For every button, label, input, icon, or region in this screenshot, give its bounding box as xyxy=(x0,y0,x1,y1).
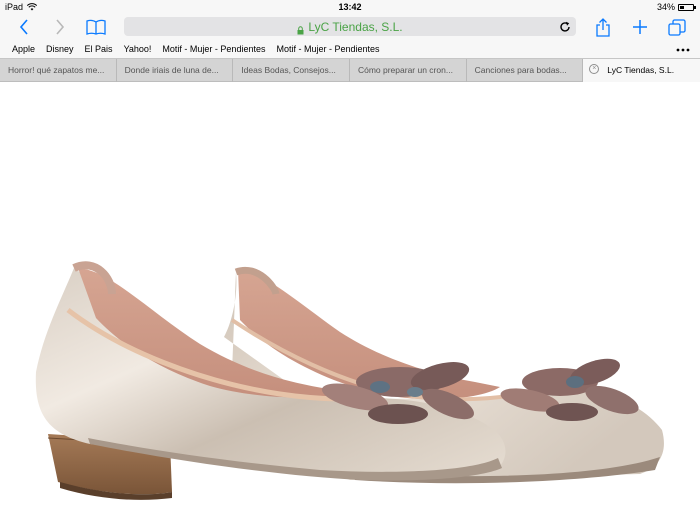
more-icon[interactable] xyxy=(676,45,690,52)
battery-percent: 34% xyxy=(656,2,675,12)
bookmark-el-pais[interactable]: El Pais xyxy=(85,44,113,54)
tab-canciones-bodas[interactable]: Canciones para bodas... xyxy=(467,59,584,82)
tabs-overview-button[interactable] xyxy=(666,17,688,37)
tab-bar: Horror! qué zapatos me... Donde iriais d… xyxy=(0,58,700,82)
page-content xyxy=(0,82,700,525)
chevron-left-icon xyxy=(19,19,28,35)
battery-fill xyxy=(680,5,684,9)
new-tab-button[interactable] xyxy=(629,17,651,37)
reload-icon[interactable] xyxy=(559,20,571,32)
battery-icon xyxy=(678,3,696,11)
status-time: 13:42 xyxy=(338,2,362,12)
plus-icon xyxy=(633,20,647,34)
status-right: 34% xyxy=(656,2,696,12)
bookmark-apple[interactable]: Apple xyxy=(12,44,35,54)
bookmarks-bar: Apple Disney El Pais Yahoo! Motif - Muje… xyxy=(0,40,700,58)
navigation-bar: LyC Tiendas, S.L. xyxy=(0,14,700,40)
address-text: LyC Tiendas, S.L. xyxy=(308,19,403,34)
forward-button[interactable] xyxy=(49,17,71,37)
product-image xyxy=(35,261,664,500)
chevron-right-icon xyxy=(56,19,65,35)
bookmark-motif-2[interactable]: Motif - Mujer - Pendientes xyxy=(276,44,379,54)
share-button[interactable] xyxy=(592,17,614,37)
active-tab-label: LyC Tiendas, S.L. xyxy=(607,65,675,75)
book-icon xyxy=(86,19,106,35)
address-bar[interactable]: LyC Tiendas, S.L. xyxy=(124,17,576,36)
bookmark-motif-1[interactable]: Motif - Mujer - Pendientes xyxy=(162,44,265,54)
status-bar: iPad 13:42 34% xyxy=(0,0,700,14)
bookmark-disney[interactable]: Disney xyxy=(46,44,74,54)
bookmarks-button[interactable] xyxy=(84,17,108,37)
bookmark-yahoo[interactable]: Yahoo! xyxy=(124,44,152,54)
tab-luna-de-miel[interactable]: Donde iriais de luna de... xyxy=(117,59,234,82)
tab-horror-zapatos[interactable]: Horror! qué zapatos me... xyxy=(0,59,117,82)
share-icon xyxy=(596,17,610,37)
lock-icon xyxy=(297,22,304,35)
close-icon[interactable]: × xyxy=(589,64,600,74)
tab-lyc-tiendas[interactable]: × LyC Tiendas, S.L. xyxy=(583,59,700,82)
tab-cronograma[interactable]: Cómo preparar un cron... xyxy=(350,59,467,82)
tab-ideas-bodas[interactable]: Ideas Bodas, Consejos... xyxy=(233,59,350,82)
tabs-icon xyxy=(668,18,686,36)
back-button[interactable] xyxy=(13,17,35,37)
